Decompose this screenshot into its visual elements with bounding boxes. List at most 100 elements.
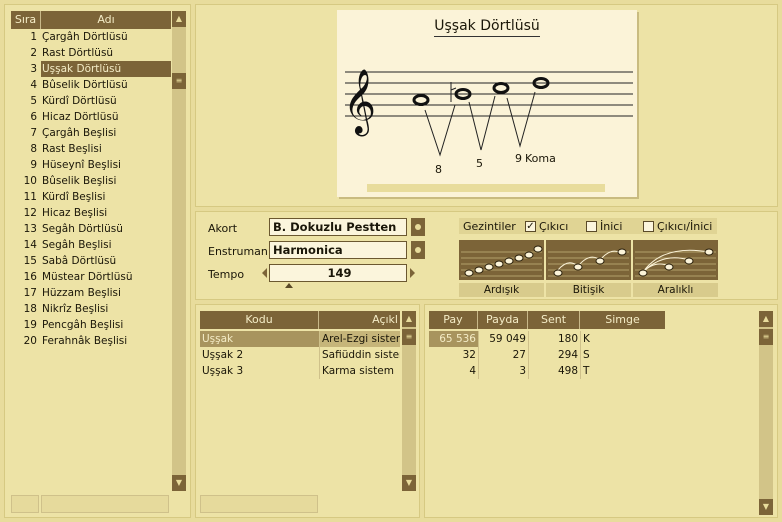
- interval-lines: [424, 91, 536, 157]
- list-item[interactable]: 16 Müstear Dörtlüsü: [11, 269, 171, 285]
- col-sent-header[interactable]: Sent: [528, 311, 580, 329]
- table-row[interactable]: 65 536 59 049 180 K: [429, 331, 665, 347]
- enstruman-select-button[interactable]: [411, 241, 425, 259]
- table-row[interactable]: Uşşak 3 Karma sistem: [200, 363, 400, 379]
- code-scrollbar[interactable]: ▲ ≡ ▼: [402, 311, 416, 491]
- akort-label: Akort: [208, 222, 238, 235]
- col-adi-header[interactable]: Adı: [41, 11, 171, 29]
- col-simge-header[interactable]: Simge: [580, 311, 665, 329]
- table-row[interactable]: Uşşak 2 Safiüddin sistemi: [200, 347, 400, 363]
- tempo-decrease-icon[interactable]: [262, 268, 267, 278]
- scale-list: 1 Çargâh Dörtlüsü 2 Rast Dörtlüsü 3 Uşşak Dör…: [11, 29, 171, 349]
- sheet-scrollbar[interactable]: [367, 184, 605, 192]
- interval-unit: Koma: [525, 152, 556, 165]
- list-item[interactable]: 2 Rast Dörtlüsü: [11, 45, 171, 61]
- list-item-name: Çargâh Beşlisi: [42, 127, 117, 139]
- list-item[interactable]: 20 Ferahnâk Beşlisi: [11, 333, 171, 349]
- col-sira-header[interactable]: Sıra: [11, 11, 41, 29]
- list-item-number: 13: [23, 223, 37, 235]
- mode-bitisik-label[interactable]: Bitişik: [546, 283, 631, 297]
- list-item[interactable]: 3 Uşşak Dörtlüsü: [11, 61, 171, 77]
- list-item[interactable]: 14 Segâh Beşlisi: [11, 237, 171, 253]
- list-item-name: Hicaz Dörtlüsü: [42, 111, 119, 123]
- scroll-thumb[interactable]: ≡: [402, 329, 416, 345]
- list-item[interactable]: 18 Nikrîz Beşlisi: [11, 301, 171, 317]
- list-item[interactable]: 15 Sabâ Dörtlüsü: [11, 253, 171, 269]
- payda-cell: 59 049: [478, 331, 528, 347]
- list-item[interactable]: 12 Hicaz Beşlisi: [11, 205, 171, 221]
- col-aciklama-header[interactable]: Açıkl: [319, 311, 400, 329]
- pay-cell: 32: [462, 349, 476, 361]
- list-item[interactable]: 6 Hicaz Dörtlüsü: [11, 109, 171, 125]
- list-item[interactable]: 19 Pencgâh Beşlisi: [11, 317, 171, 333]
- list-item[interactable]: 8 Rast Beşlisi: [11, 141, 171, 157]
- list-item[interactable]: 7 Çargâh Beşlisi: [11, 125, 171, 141]
- col-payda-header[interactable]: Payda: [478, 311, 528, 329]
- treble-clef-icon: 𝄞: [343, 69, 376, 136]
- status-cell-1: [11, 495, 39, 513]
- list-scrollbar[interactable]: ▲ ≡ ▼: [172, 11, 186, 491]
- enstruman-field[interactable]: Harmonica: [269, 241, 407, 259]
- scroll-up-icon[interactable]: ▲: [172, 11, 186, 27]
- aciklama-cell: Safiüddin sistemi: [319, 347, 400, 363]
- list-item-name: Çargâh Dörtlüsü: [42, 31, 128, 43]
- whole-notes: [412, 77, 550, 106]
- ratio-scrollbar[interactable]: ▲ ≡ ▼: [759, 311, 773, 515]
- list-item-name: Rast Dörtlüsü: [42, 47, 114, 59]
- list-item-number: 2: [30, 47, 37, 59]
- kodu-cell: Uşşak 2: [202, 349, 244, 361]
- list-item[interactable]: 11 Kürdî Beşlisi: [11, 189, 171, 205]
- payda-cell: 27: [478, 347, 528, 363]
- list-item-name: Ferahnâk Beşlisi: [42, 335, 128, 347]
- payda-cell: 3: [478, 363, 528, 379]
- cikici-checkbox[interactable]: ✓ Çıkıcı: [525, 220, 568, 233]
- list-item-name: Rast Beşlisi: [42, 143, 102, 155]
- gezintiler-label: Gezintiler: [463, 220, 516, 233]
- list-item[interactable]: 13 Segâh Dörtlüsü: [11, 221, 171, 237]
- list-item[interactable]: 1 Çargâh Dörtlüsü: [11, 29, 171, 45]
- aralikli-pattern-icon: [635, 248, 716, 277]
- tempo-increase-icon[interactable]: [410, 268, 415, 278]
- staff-panel: Uşşak Dörtlüsü 𝄞 8 5 9 Koma: [195, 4, 778, 207]
- mode-aralikli-label[interactable]: Aralıklı: [633, 283, 718, 297]
- cikici-inici-checkbox[interactable]: Çıkıcı/İnici: [643, 220, 712, 233]
- interval-3: 9: [515, 152, 522, 165]
- list-item-number: 1: [30, 31, 37, 43]
- list-item-name: Bûselik Dörtlüsü: [42, 79, 128, 91]
- mode-aralikli-tile[interactable]: [633, 240, 718, 280]
- list-item[interactable]: 10 Bûselik Beşlisi: [11, 173, 171, 189]
- inici-checkbox[interactable]: İnici: [586, 220, 622, 233]
- music-sheet: Uşşak Dörtlüsü 𝄞 8 5 9 Koma: [337, 10, 637, 197]
- mode-ardisik-tile[interactable]: [459, 240, 544, 280]
- table-row[interactable]: UşşakArel-Ezgi sistemi: [200, 331, 400, 347]
- col-pay-header[interactable]: Pay: [429, 311, 478, 329]
- table-row[interactable]: 32 27 294 S: [429, 347, 665, 363]
- scroll-up-icon[interactable]: ▲: [759, 311, 773, 327]
- list-item[interactable]: 5 Kürdî Dörtlüsü: [11, 93, 171, 109]
- list-item[interactable]: 17 Hüzzam Beşlisi: [11, 285, 171, 301]
- scroll-down-icon[interactable]: ▼: [402, 475, 416, 491]
- tempo-slider-marker[interactable]: [285, 283, 293, 288]
- akort-field[interactable]: B. Dokuzlu Pestten: [269, 218, 407, 236]
- sent-cell: 294: [528, 347, 580, 363]
- akort-select-button[interactable]: [411, 218, 425, 236]
- list-item-name: Sabâ Dörtlüsü: [42, 255, 117, 267]
- scroll-up-icon[interactable]: ▲: [402, 311, 416, 327]
- list-item-number: 19: [23, 319, 37, 331]
- mode-ardisik-label[interactable]: Ardışık: [459, 283, 544, 297]
- pay-cell: 65 536: [429, 331, 478, 347]
- list-item[interactable]: 9 Hüseynî Beşlisi: [11, 157, 171, 173]
- list-item[interactable]: 4 Bûselik Dörtlüsü: [11, 77, 171, 93]
- gezintiler-bar: Gezintiler ✓ Çıkıcı İnici Çıkıcı/İnici: [459, 218, 717, 234]
- code-table-panel: Kodu Açıkl UşşakArel-Ezgi sistemiUşşak 2…: [195, 304, 420, 518]
- scroll-down-icon[interactable]: ▼: [759, 499, 773, 515]
- scroll-thumb[interactable]: ≡: [759, 329, 773, 345]
- mode-bitisik-tile[interactable]: [546, 240, 631, 280]
- scroll-down-icon[interactable]: ▼: [172, 475, 186, 491]
- tempo-field[interactable]: 149: [269, 264, 407, 282]
- col-kodu-header[interactable]: Kodu: [200, 311, 319, 329]
- table-row[interactable]: 4 3 498 T: [429, 363, 665, 379]
- scroll-thumb[interactable]: ≡: [172, 73, 186, 89]
- list-item-number: 10: [23, 175, 37, 187]
- list-item-number: 7: [30, 127, 37, 139]
